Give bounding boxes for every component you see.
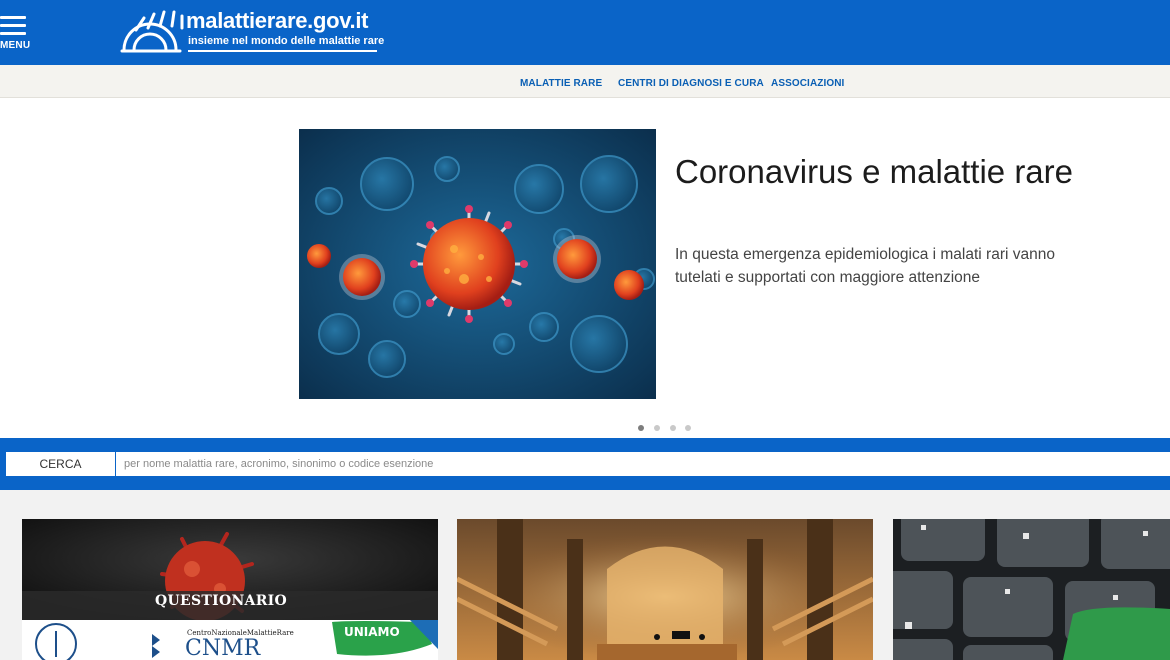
- card-concert-hall[interactable]: [457, 519, 873, 660]
- site-header: MENU malattierare.gov.it insieme nel mon…: [0, 0, 1170, 65]
- site-logo[interactable]: malattierare.gov.it insieme nel mondo de…: [120, 6, 390, 56]
- search-button[interactable]: CERCA: [6, 452, 115, 476]
- hamburger-icon-bar: [0, 32, 26, 35]
- search-input[interactable]: [116, 452, 1170, 476]
- cnmr-logo-text: CNMR: [185, 636, 261, 660]
- uniamo-logo-text: UNIAMO: [344, 625, 400, 639]
- nav-link-centri-diagnosi[interactable]: CENTRI DI DIAGNOSI E CURA: [618, 78, 764, 89]
- hero-description: In questa emergenza epidemiologica i mal…: [675, 246, 1055, 286]
- nav-link-malattie-rare[interactable]: MALATTIE RARE: [520, 78, 602, 89]
- logo-underline: [188, 50, 377, 52]
- concert-hall-image-icon: [457, 519, 873, 660]
- site-name: malattierare.gov.it: [186, 8, 369, 33]
- menu-label: MENU: [0, 40, 31, 51]
- sun-rays-logo-icon: [120, 10, 184, 53]
- carousel-dot-1[interactable]: [638, 425, 644, 431]
- card-banner-text: QUESTIONARIO: [155, 593, 287, 609]
- carousel-dot-4[interactable]: [685, 425, 691, 431]
- site-tagline: insieme nel mondo delle malattie rare: [188, 35, 385, 47]
- hamburger-icon: [0, 16, 26, 19]
- carousel-dot-3[interactable]: [670, 425, 676, 431]
- keyboard-image-icon: [893, 519, 1170, 660]
- hamburger-icon-bar: [0, 24, 26, 27]
- search-bar: CERCA: [0, 438, 1170, 490]
- hero-image[interactable]: [299, 129, 656, 399]
- card-keyboard[interactable]: [893, 519, 1170, 660]
- sub-navigation: MALATTIE RARE CENTRI DI DIAGNOSI E CURA …: [0, 65, 1170, 98]
- coronavirus-illustration-icon: [299, 129, 656, 399]
- hero-title[interactable]: Coronavirus e malattie rare: [675, 153, 1095, 190]
- nav-link-associazioni[interactable]: ASSOCIAZIONI: [771, 78, 844, 89]
- menu-button[interactable]: MENU: [0, 16, 34, 56]
- card-questionario[interactable]: QUESTIONARIO CentroNazionaleMalattieRare…: [22, 519, 438, 660]
- carousel-dot-2[interactable]: [654, 425, 660, 431]
